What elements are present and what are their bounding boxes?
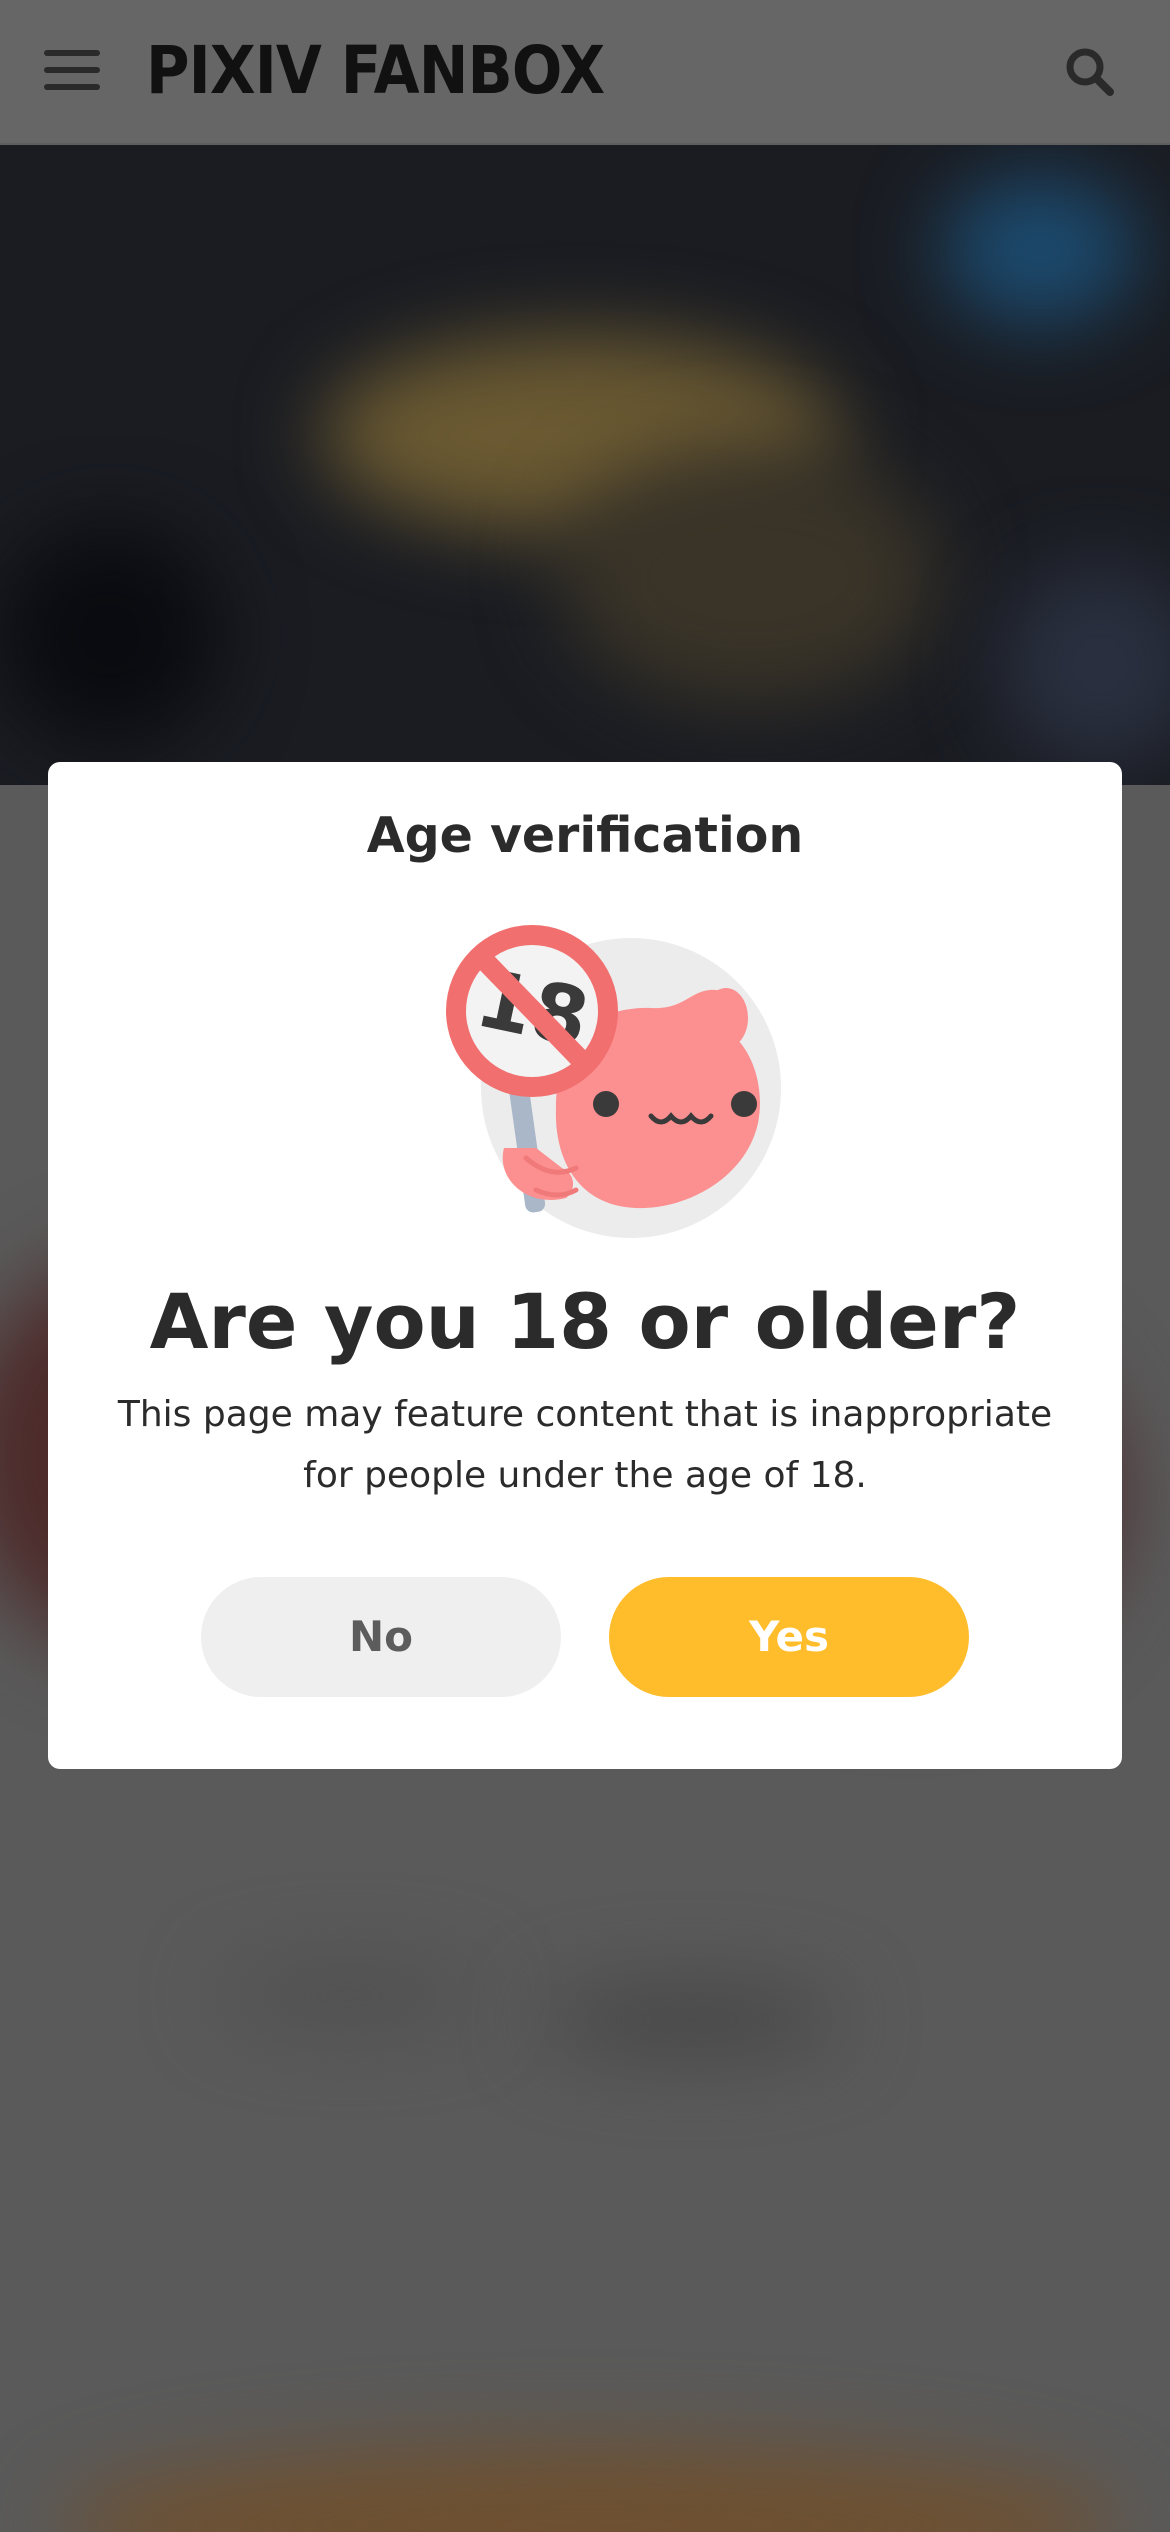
page: PIXIV FANBOX Age verification Are you 18… [0, 0, 1170, 2532]
blurred-cover-image [0, 145, 1170, 785]
age-restriction-mascot-illustration: 18 [386, 918, 786, 1258]
age-verification-dialog: Age verification Are you 18 or older? Th… [48, 762, 1122, 1769]
age-warning-description: This page may feature content that is in… [117, 1394, 1053, 1496]
age-question-heading: Are you 18 or older? [149, 1277, 1021, 1366]
top-header: PIXIV FANBOX [0, 0, 1170, 145]
search-icon[interactable] [1064, 46, 1116, 98]
hamburger-menu-icon[interactable] [44, 48, 100, 92]
app-logo[interactable]: PIXIV FANBOX [146, 26, 605, 116]
dialog-title: Age verification [366, 807, 804, 864]
yes-button[interactable]: Yes [609, 1577, 969, 1697]
no-button[interactable]: No [201, 1577, 561, 1697]
